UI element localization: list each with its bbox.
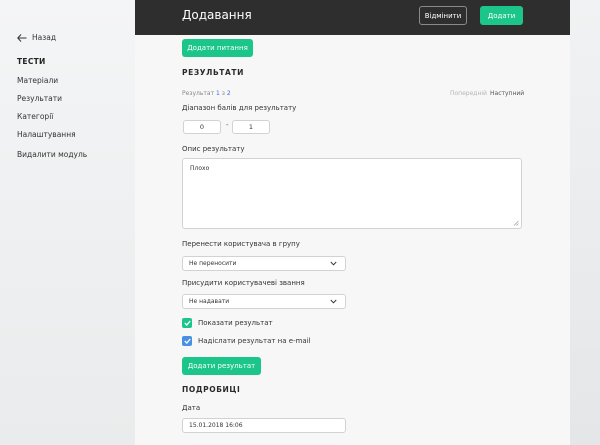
sidebar-item-materials[interactable]: Матеріали	[17, 76, 58, 85]
arrow-left-icon	[17, 33, 27, 42]
right-background	[570, 0, 600, 445]
sidebar: Назад ТЕСТИ Матеріали Результати Категор…	[0, 0, 135, 445]
date-label: Дата	[182, 404, 201, 412]
email-result-checkbox[interactable]	[182, 336, 192, 346]
chevron-down-icon	[330, 261, 337, 266]
show-result-label: Показати результат	[198, 319, 273, 327]
group-select[interactable]: Не переносити	[182, 256, 346, 271]
check-icon	[183, 320, 191, 326]
pager-total: 2	[226, 90, 231, 97]
description-label: Опис результату	[182, 145, 245, 153]
top-bar: Додавання Відмінити Додати	[135, 0, 570, 35]
pager-prev[interactable]: Попередній	[450, 90, 487, 97]
rank-label: Присудити користувачеві звання	[182, 279, 305, 287]
score-to-input[interactable]: 1	[232, 120, 270, 134]
description-textarea[interactable]: Плохо	[182, 158, 522, 229]
email-result-label: Надіслати результат на e-mail	[198, 337, 311, 345]
date-input[interactable]: 15.01.2018 16:06	[182, 418, 346, 433]
details-heading: ПОДРОБИЦІ	[182, 385, 241, 394]
check-icon	[183, 338, 191, 344]
group-label: Перенести користувача в групу	[182, 240, 300, 248]
add-question-button[interactable]: Додати питання	[182, 39, 253, 57]
rank-select-value: Не надавати	[189, 298, 230, 305]
pager-of: з	[221, 90, 225, 97]
resize-handle-icon[interactable]	[513, 220, 519, 226]
back-link[interactable]: Назад	[17, 33, 56, 42]
sidebar-item-results[interactable]: Результати	[17, 94, 62, 103]
score-separator: -	[226, 121, 229, 129]
group-select-value: Не переносити	[189, 260, 237, 267]
date-value: 15.01.2018 16:06	[189, 422, 243, 429]
sidebar-section-title: ТЕСТИ	[17, 57, 46, 66]
score-from-input[interactable]: 0	[183, 120, 221, 134]
score-range-label: Діапазон балів для результату	[182, 104, 297, 112]
show-result-checkbox[interactable]	[182, 318, 192, 328]
sidebar-item-settings[interactable]: Налаштування	[17, 130, 76, 139]
description-value: Плохо	[190, 165, 210, 172]
page-title: Додавання	[182, 8, 252, 22]
result-pager: Результат 1 з 2	[182, 90, 231, 97]
add-result-button[interactable]: Додати результат	[182, 357, 261, 375]
rank-select[interactable]: Не надавати	[182, 294, 346, 309]
results-heading: РЕЗУЛЬТАТИ	[182, 68, 244, 77]
add-button[interactable]: Додати	[480, 6, 523, 25]
chevron-down-icon	[330, 299, 337, 304]
sidebar-item-delete-module[interactable]: Видалити модуль	[17, 150, 87, 159]
cancel-button[interactable]: Відмінити	[419, 6, 467, 25]
pager-prefix: Результат	[182, 90, 215, 97]
sidebar-item-categories[interactable]: Категорії	[17, 112, 53, 121]
pager-current: 1	[216, 90, 220, 97]
pager-next[interactable]: Наступний	[490, 90, 524, 97]
back-label: Назад	[32, 33, 57, 42]
